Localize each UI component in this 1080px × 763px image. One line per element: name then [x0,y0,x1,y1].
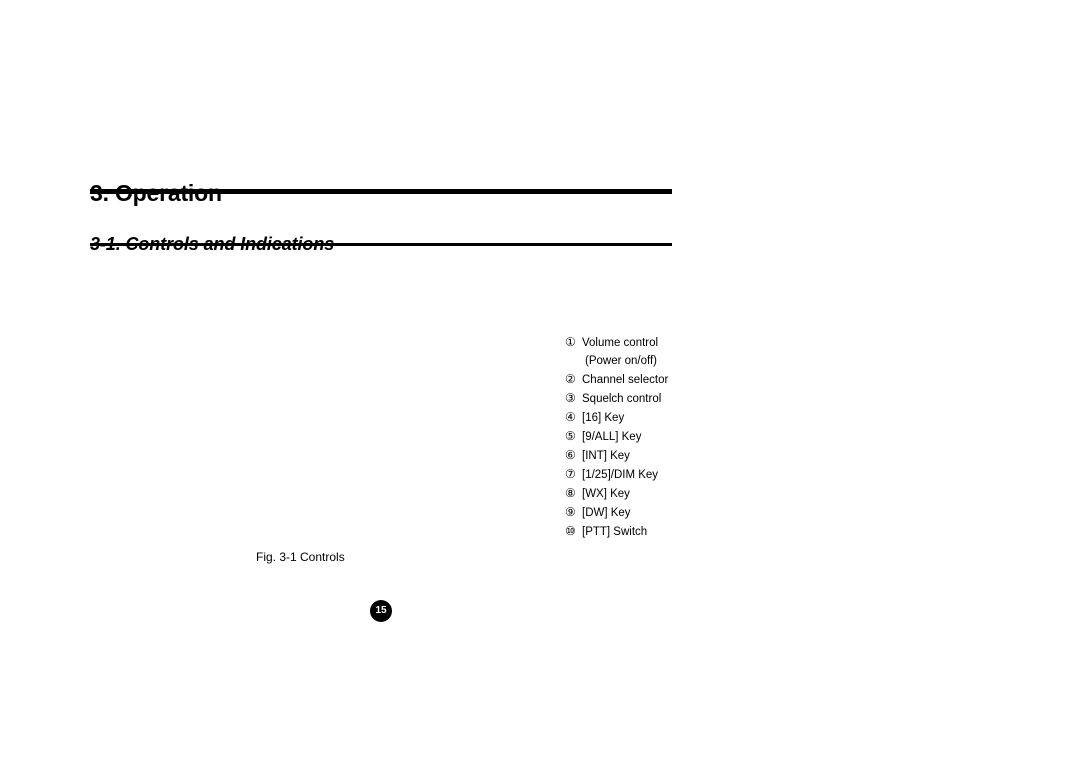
list-item: ① Volume control [565,333,765,352]
circled-number-icon: ⑥ [565,448,576,462]
list-item-subline: (Power on/off) [585,355,658,367]
list-item: ④ [16] Key [565,408,765,427]
circled-number-icon: ① [565,335,576,349]
circled-number-icon: ④ [565,410,576,424]
figure-image [150,270,550,540]
list-item-label: Channel selector [582,374,669,386]
figure-caption: Fig. 3-1 Controls [256,550,345,564]
manual-page: 3. Operation 3-1. Controls and Indicatio… [0,0,1080,763]
list-item-label: [DW] Key [582,507,631,519]
circled-number-icon: ⑨ [565,505,576,519]
list-item: ⑦ [1/25]/DIM Key [565,465,765,484]
circled-number-icon: ⑧ [565,486,576,500]
list-item: ⑥ [INT] Key [565,446,765,465]
page-number-badge: 15 [370,600,392,622]
section-heading-rule [90,189,672,194]
list-item: ③ Squelch control [565,389,765,408]
list-item: ⑤ [9/ALL] Key [565,427,765,446]
list-item: ⑨ [DW] Key [565,503,765,522]
list-item: ⑧ [WX] Key [565,484,765,503]
list-item-label: Squelch control [582,393,662,405]
list-item-label: [9/ALL] Key [582,431,642,443]
list-item: ⑩ [PTT] Switch [565,522,765,541]
list-item-label: [WX] Key [582,488,630,500]
controls-legend-list: ① Volume control (Power on/off) ② Channe… [565,333,765,541]
list-item-label: Volume control [582,337,659,349]
list-item-label: [INT] Key [582,450,630,462]
subsection-heading-rule [90,243,672,246]
list-item-label: [PTT] Switch [582,526,648,538]
circled-number-icon: ⑤ [565,429,576,443]
circled-number-icon: ⑩ [565,524,576,538]
circled-number-icon: ③ [565,391,576,405]
list-item-label: [16] Key [582,412,625,424]
list-item: ② Channel selector [565,370,765,389]
circled-number-icon: ⑦ [565,467,576,481]
list-item-label: [1/25]/DIM Key [582,469,659,481]
circled-number-icon: ② [565,372,576,386]
